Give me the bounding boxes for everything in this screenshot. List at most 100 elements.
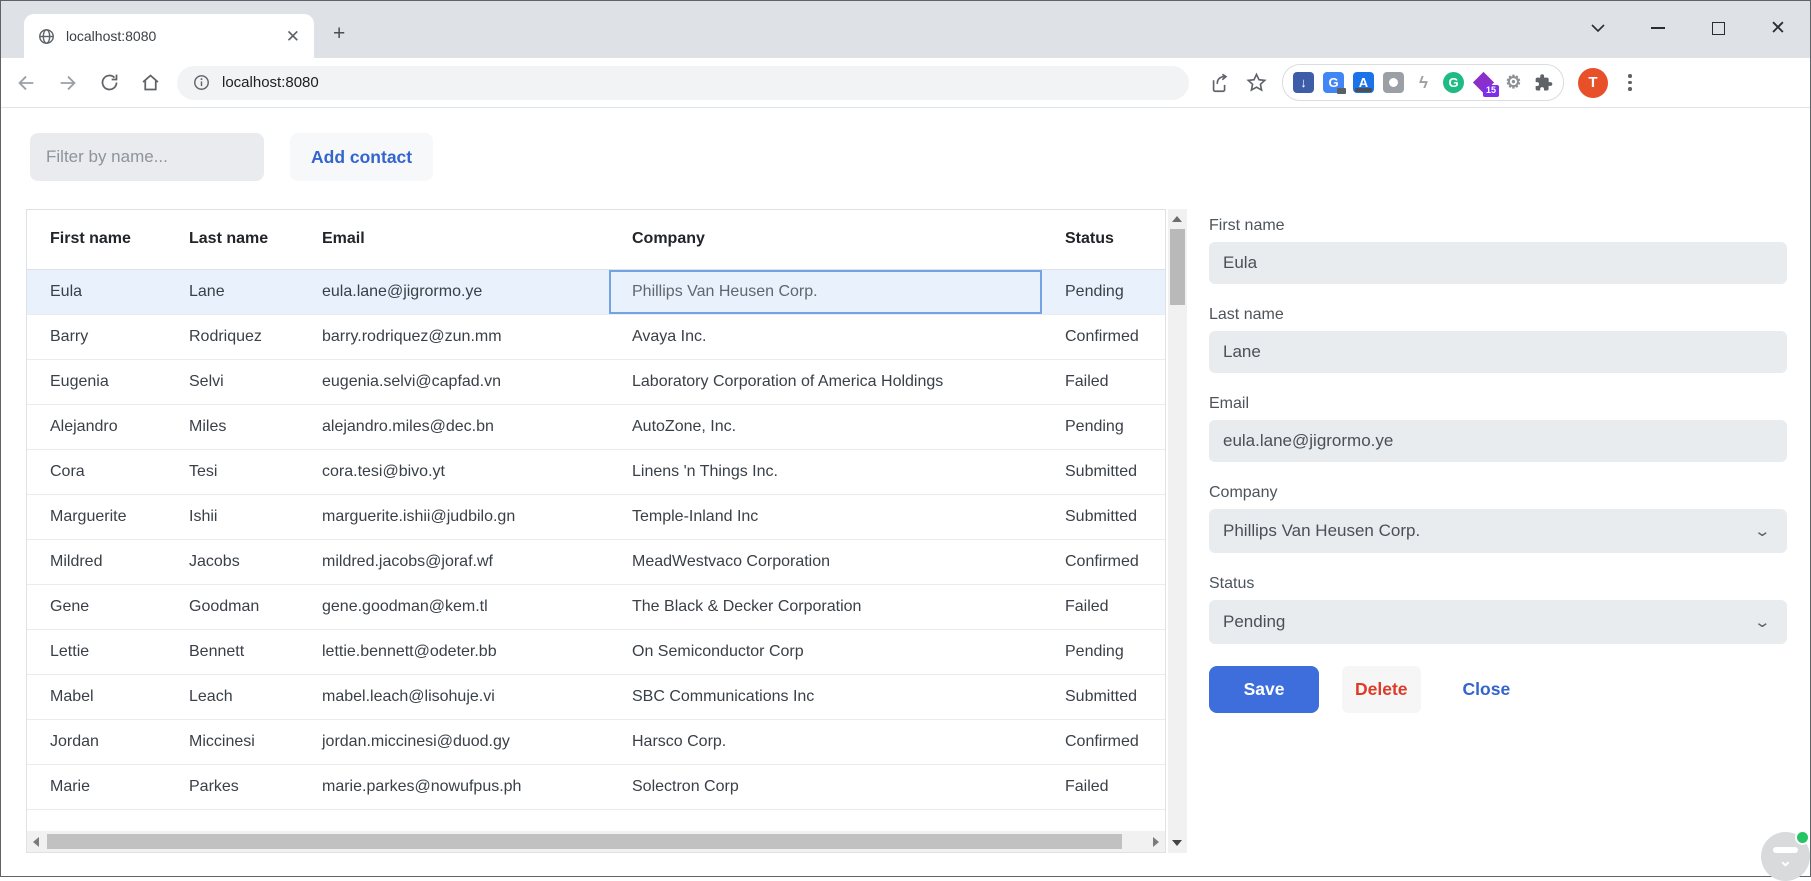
column-header-email[interactable]: Email: [299, 210, 609, 270]
vertical-scrollbar[interactable]: [1168, 209, 1187, 853]
cell-first[interactable]: Mabel: [27, 674, 166, 720]
first-name-field[interactable]: [1209, 242, 1787, 284]
company-select[interactable]: Phillips Van Heusen Corp. ⌄: [1209, 509, 1787, 553]
cell-email[interactable]: cora.tesi@bivo.yt: [299, 449, 609, 495]
cell-status[interactable]: Submitted: [1042, 449, 1165, 495]
cell-last[interactable]: Lane: [166, 269, 299, 315]
table-row[interactable]: Alejandro Miles alejandro.miles@dec.bn Auto…: [27, 404, 1165, 450]
download-extension-icon[interactable]: ↓: [1293, 72, 1314, 93]
table-row[interactable]: Marie Parkes marie.parkes@nowufpus.ph Solec…: [27, 764, 1165, 810]
horizontal-scrollbar[interactable]: [27, 831, 1165, 852]
settings-gear-extension-icon[interactable]: ⚙: [1503, 72, 1524, 93]
cell-status[interactable]: Submitted: [1042, 494, 1165, 540]
cell-company[interactable]: AutoZone, Inc.: [609, 404, 1042, 450]
browser-tab[interactable]: localhost:8080 ✕: [24, 14, 314, 58]
cell-status[interactable]: Confirmed: [1042, 539, 1165, 585]
cell-last[interactable]: Selvi: [166, 359, 299, 405]
forward-icon[interactable]: [57, 72, 79, 94]
lightning-extension-icon[interactable]: ϟ: [1413, 72, 1434, 93]
cell-status[interactable]: Failed: [1042, 764, 1165, 810]
cell-first[interactable]: Marguerite: [27, 494, 166, 540]
cell-company[interactable]: On Semiconductor Corp: [609, 629, 1042, 675]
url-text[interactable]: localhost:8080: [222, 74, 319, 91]
column-header-last-name[interactable]: Last name: [166, 210, 299, 270]
cell-company[interactable]: Harsco Corp.: [609, 719, 1042, 765]
horizontal-scroll-thumb[interactable]: [47, 834, 1122, 849]
cell-last[interactable]: Rodriquez: [166, 314, 299, 360]
cell-last[interactable]: Miles: [166, 404, 299, 450]
email-field[interactable]: [1209, 420, 1787, 462]
cell-email[interactable]: eugenia.selvi@capfad.vn: [299, 359, 609, 405]
cell-company[interactable]: Laboratory Corporation of America Holdin…: [609, 359, 1042, 405]
cell-status[interactable]: Pending: [1042, 269, 1165, 315]
cell-status[interactable]: Pending: [1042, 629, 1165, 675]
vertical-scroll-thumb[interactable]: [1170, 229, 1185, 305]
cell-last[interactable]: Jacobs: [166, 539, 299, 585]
cell-first[interactable]: Eula: [27, 269, 166, 315]
delete-button[interactable]: Delete: [1342, 666, 1421, 713]
table-row[interactable]: Jordan Miccinesi jordan.miccinesi@duod.gy H…: [27, 719, 1165, 765]
last-name-field[interactable]: [1209, 331, 1787, 373]
cell-email[interactable]: lettie.bennett@odeter.bb: [299, 629, 609, 675]
cell-first[interactable]: Gene: [27, 584, 166, 630]
scroll-up-icon[interactable]: [1172, 216, 1182, 222]
cell-first[interactable]: Mildred: [27, 539, 166, 585]
cell-email[interactable]: alejandro.miles@dec.bn: [299, 404, 609, 450]
cell-status[interactable]: Confirmed: [1042, 314, 1165, 360]
minimize-button[interactable]: [1648, 18, 1668, 38]
close-window-button[interactable]: ✕: [1768, 18, 1788, 39]
scroll-left-icon[interactable]: [33, 837, 39, 847]
close-button[interactable]: Close: [1463, 666, 1511, 713]
filter-input[interactable]: [30, 133, 264, 181]
table-row[interactable]: Cora Tesi cora.tesi@bivo.yt Linens 'n Thing…: [27, 449, 1165, 495]
home-icon[interactable]: [140, 72, 161, 93]
cell-email[interactable]: marguerite.ishii@judbilo.gn: [299, 494, 609, 540]
cell-status[interactable]: Submitted: [1042, 674, 1165, 720]
cell-email[interactable]: mildred.jacobs@joraf.wf: [299, 539, 609, 585]
table-row[interactable]: Mildred Jacobs mildred.jacobs@joraf.wf Mead…: [27, 539, 1165, 585]
table-row[interactable]: Marguerite Ishii marguerite.ishii@judbilo.…: [27, 494, 1165, 540]
cell-status[interactable]: Failed: [1042, 584, 1165, 630]
table-row[interactable]: Barry Rodriquez barry.rodriquez@zun.mm Avay…: [27, 314, 1165, 360]
table-row[interactable]: Mabel Leach mabel.leach@lisohuje.vi SBC Com…: [27, 674, 1165, 720]
add-contact-button[interactable]: Add contact: [290, 133, 434, 181]
table-row[interactable]: Lettie Bennett lettie.bennett@odeter.bb On …: [27, 629, 1165, 675]
cell-email[interactable]: gene.goodman@kem.tl: [299, 584, 609, 630]
cell-last[interactable]: Goodman: [166, 584, 299, 630]
cell-first[interactable]: Eugenia: [27, 359, 166, 405]
cell-last[interactable]: Ishii: [166, 494, 299, 540]
table-row[interactable]: Eugenia Selvi eugenia.selvi@capfad.vn Labor…: [27, 359, 1165, 405]
translate-extension-icon[interactable]: G: [1323, 72, 1346, 94]
cell-company[interactable]: SBC Communications Inc: [609, 674, 1042, 720]
cell-status[interactable]: Pending: [1042, 404, 1165, 450]
extensions-puzzle-icon[interactable]: [1533, 73, 1553, 93]
cell-last[interactable]: Tesi: [166, 449, 299, 495]
cell-last[interactable]: Bennett: [166, 629, 299, 675]
vue-devtools-badge[interactable]: ⌄: [1761, 830, 1810, 881]
input-tools-extension-icon[interactable]: A: [1353, 72, 1374, 93]
grammarly-extension-icon[interactable]: G: [1443, 72, 1464, 93]
scroll-right-icon[interactable]: [1153, 837, 1159, 847]
tab-close-icon[interactable]: ✕: [286, 28, 300, 45]
cell-first[interactable]: Barry: [27, 314, 166, 360]
cell-first[interactable]: Cora: [27, 449, 166, 495]
camera-extension-icon[interactable]: [1383, 72, 1404, 93]
cell-company[interactable]: Temple-Inland Inc: [609, 494, 1042, 540]
cell-company[interactable]: The Black & Decker Corporation: [609, 584, 1042, 630]
table-row[interactable]: Gene Goodman gene.goodman@kem.tl The Black …: [27, 584, 1165, 630]
cell-first[interactable]: Marie: [27, 764, 166, 810]
profile-avatar[interactable]: T: [1578, 67, 1608, 98]
bookmark-star-icon[interactable]: [1245, 71, 1268, 94]
cell-email[interactable]: eula.lane@jigrormo.ye: [299, 269, 609, 315]
honey-extension-icon[interactable]: 15: [1472, 71, 1499, 97]
browser-menu-icon[interactable]: [1622, 72, 1638, 93]
cell-last[interactable]: Miccinesi: [166, 719, 299, 765]
back-icon[interactable]: [15, 72, 37, 94]
cell-company[interactable]: Avaya Inc.: [609, 314, 1042, 360]
share-icon[interactable]: [1209, 72, 1231, 94]
cell-company[interactable]: Solectron Corp: [609, 764, 1042, 810]
scroll-down-icon[interactable]: [1172, 840, 1182, 846]
cell-status[interactable]: Failed: [1042, 359, 1165, 405]
reload-icon[interactable]: [99, 72, 120, 93]
table-row[interactable]: Eula Lane eula.lane@jigrormo.ye Phillips Va…: [27, 269, 1165, 315]
